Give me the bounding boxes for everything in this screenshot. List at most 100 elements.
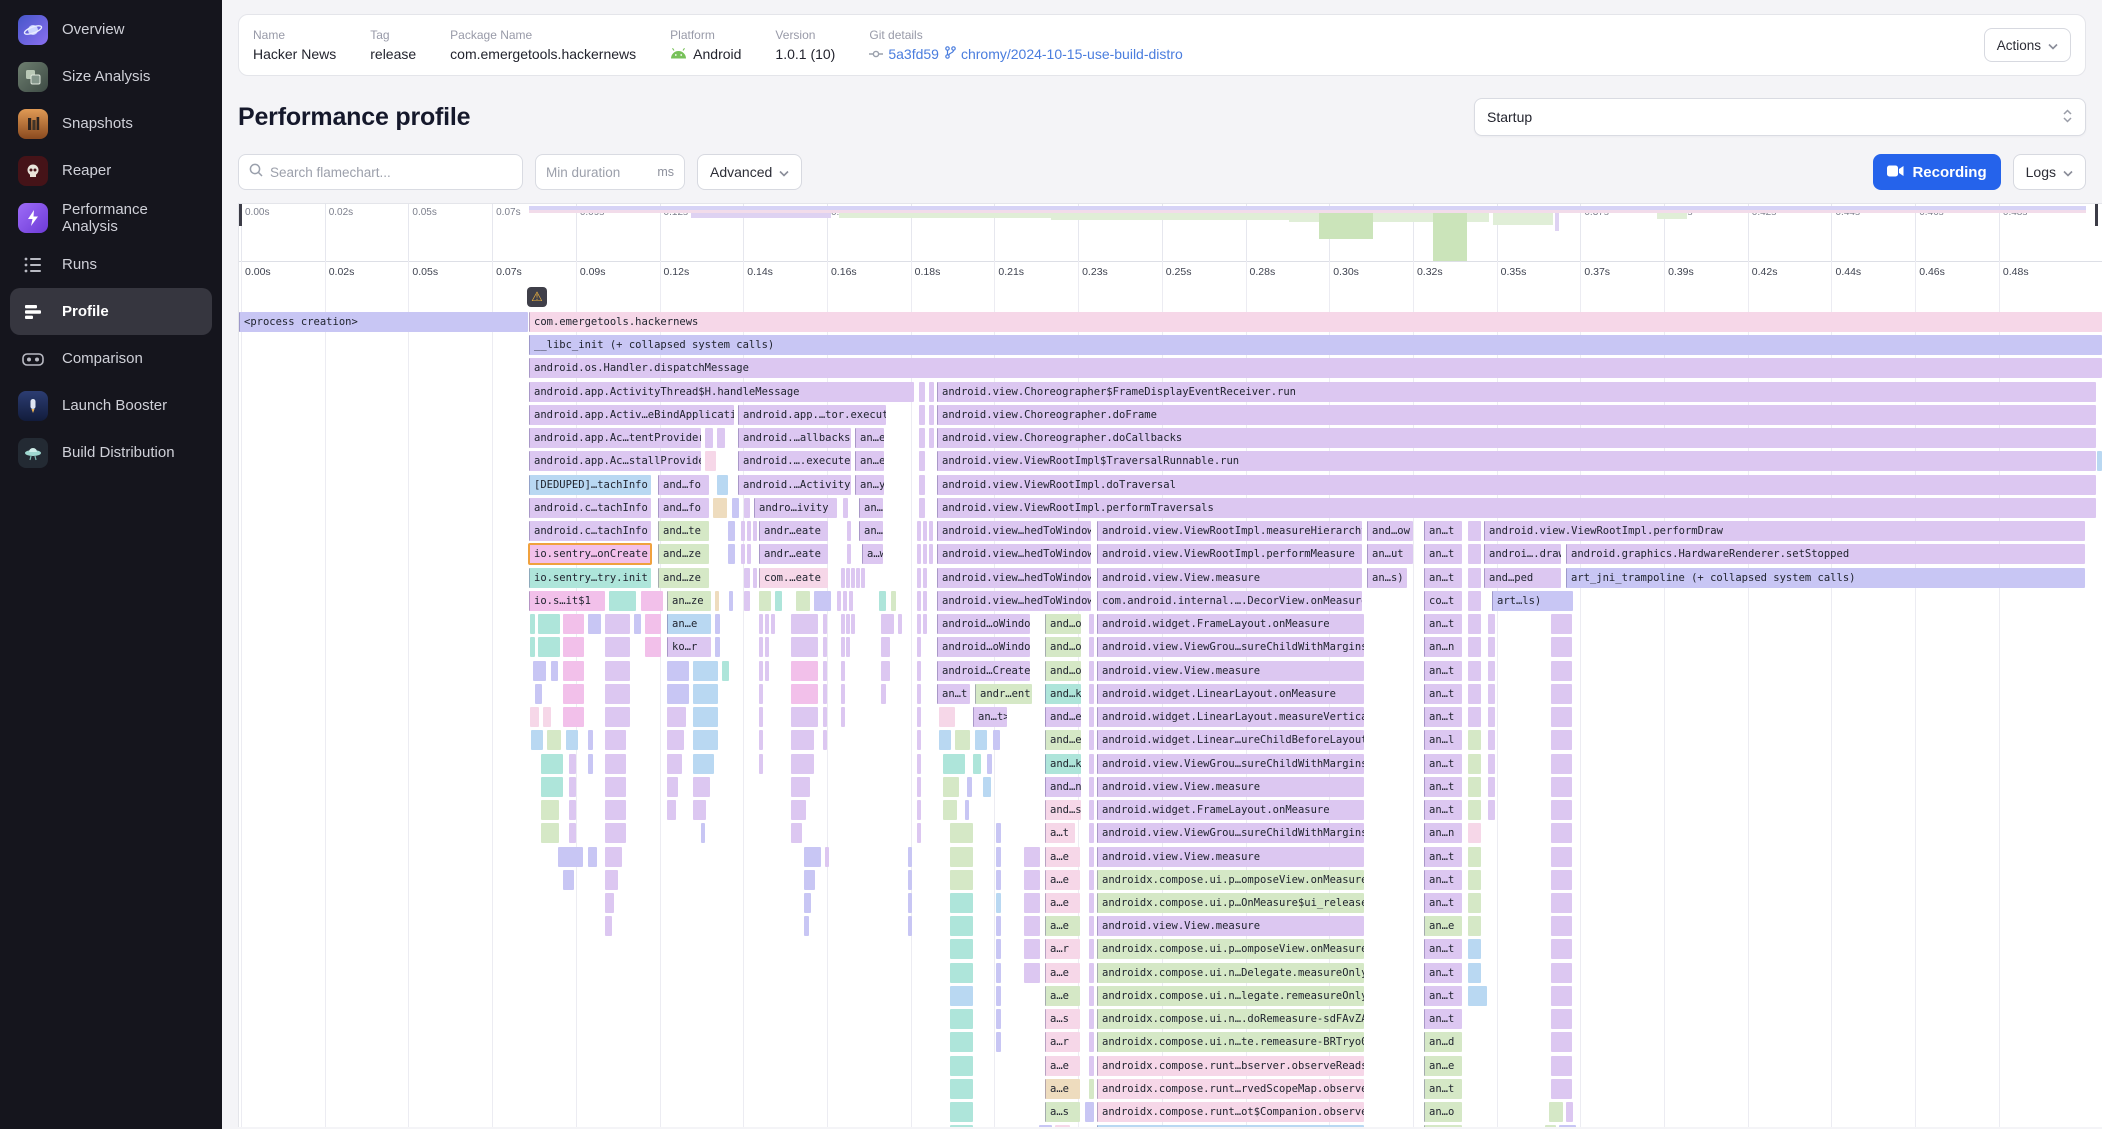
flame-frame[interactable]	[605, 707, 630, 727]
flame-frame[interactable]	[667, 800, 676, 820]
flame-frame[interactable]	[1468, 963, 1481, 983]
flame-frame[interactable]: an…ut	[1367, 544, 1413, 564]
flame-frame[interactable]	[841, 684, 845, 704]
flame-frame[interactable]: an…t	[1424, 544, 1462, 564]
flame-frame[interactable]: androidx.compose.ui.p…omposeView.onMeasu…	[1097, 939, 1364, 959]
flame-frame[interactable]	[851, 614, 855, 634]
flame-frame[interactable]	[667, 754, 682, 774]
flame-frame[interactable]: a…r	[1045, 1032, 1080, 1052]
flame-frame[interactable]: android.view.Choreographer$FrameDisplayE…	[937, 382, 2096, 402]
sidebar-item-profile[interactable]: Profile	[10, 288, 212, 335]
flame-frame[interactable]	[759, 637, 763, 657]
flame-frame[interactable]: an…t	[937, 684, 970, 704]
flame-frame[interactable]: android.view.ViewRootImpl.measureHierarc…	[1097, 521, 1362, 541]
flame-frame[interactable]	[881, 637, 890, 657]
flame-frame[interactable]: android.widget.LinearLayout.measureVerti…	[1097, 707, 1364, 727]
flame-frame[interactable]	[1551, 637, 1572, 657]
flame-frame[interactable]	[1551, 893, 1572, 913]
flame-frame[interactable]	[563, 614, 584, 634]
flame-frame[interactable]: androidx.compose.runt…ot$Companion.obser…	[1097, 1102, 1364, 1122]
flame-frame[interactable]	[917, 800, 921, 820]
flame-frame[interactable]: an…y	[855, 475, 884, 495]
flame-frame[interactable]	[1089, 870, 1094, 890]
flame-frame[interactable]	[996, 893, 1001, 913]
flame-frame[interactable]	[1468, 939, 1481, 959]
flame-frame[interactable]	[929, 521, 933, 541]
flame-frame[interactable]	[533, 661, 546, 681]
flame-frame[interactable]	[717, 428, 725, 448]
flame-frame[interactable]	[1089, 823, 1094, 843]
flame-frame[interactable]	[605, 916, 612, 936]
flame-frame[interactable]: a…e	[1045, 986, 1080, 1006]
flame-frame[interactable]	[939, 707, 955, 727]
flame-frame[interactable]	[1551, 823, 1572, 843]
flame-frame[interactable]	[917, 730, 921, 750]
flame-frame[interactable]	[667, 684, 689, 704]
actions-button[interactable]: Actions	[1984, 28, 2071, 62]
flame-frame[interactable]	[1488, 754, 1495, 774]
flame-frame[interactable]	[693, 684, 718, 704]
flame-frame[interactable]	[541, 777, 563, 797]
minimap-right-handle[interactable]	[2095, 204, 2098, 226]
flame-frame[interactable]: and…ped	[1484, 568, 1561, 588]
flame-frame[interactable]: art_jni_trampoline (+ collapsed system c…	[1566, 568, 2085, 588]
flame-frame[interactable]	[667, 661, 689, 681]
flame-frame[interactable]	[1488, 661, 1495, 681]
flame-frame[interactable]	[588, 614, 601, 634]
flame-frame[interactable]: an…s)	[1367, 568, 1407, 588]
flame-frame[interactable]	[847, 521, 851, 541]
flame-frame[interactable]	[996, 916, 1001, 936]
flame-frame[interactable]: android.graphics.HardwareRenderer.setSto…	[1566, 544, 2085, 564]
flame-frame[interactable]	[1468, 800, 1481, 820]
flame-frame[interactable]	[1551, 684, 1572, 704]
flame-frame[interactable]: android.app.Ac…tentProviders	[529, 428, 701, 448]
flame-frame[interactable]	[1551, 730, 1572, 750]
flame-frame[interactable]	[569, 800, 576, 820]
flame-frame[interactable]	[1468, 568, 1481, 588]
flame-frame[interactable]: an…t	[1424, 939, 1462, 959]
flame-frame[interactable]	[814, 591, 831, 611]
flame-frame[interactable]	[605, 847, 622, 867]
flame-frame[interactable]	[919, 451, 925, 471]
flame-frame[interactable]	[563, 707, 584, 727]
flame-frame[interactable]	[1468, 614, 1481, 634]
flame-frame[interactable]	[917, 637, 921, 657]
flame-frame[interactable]	[605, 823, 626, 843]
git-commit-link[interactable]: 5a3fd59	[869, 46, 939, 62]
flame-frame[interactable]	[939, 730, 951, 750]
flame-frame[interactable]	[538, 637, 560, 657]
flame-frame[interactable]: andr…ent	[975, 684, 1032, 704]
flame-frame[interactable]	[759, 754, 763, 774]
flame-frame[interactable]: andr…eate	[759, 544, 828, 564]
flame-frame[interactable]: android…oWindow	[937, 614, 1030, 634]
flame-frame[interactable]	[2097, 451, 2102, 471]
flame-frame[interactable]: an…t	[1424, 963, 1462, 983]
flame-frame[interactable]	[846, 568, 850, 588]
flame-frame[interactable]	[975, 730, 987, 750]
flame-frame[interactable]	[917, 684, 921, 704]
flame-frame[interactable]: an…t	[1424, 754, 1462, 774]
flame-frame[interactable]	[1039, 1125, 1052, 1127]
flame-frame[interactable]: an…t	[1424, 568, 1462, 588]
flame-frame[interactable]	[1551, 777, 1572, 797]
flame-frame[interactable]	[965, 800, 969, 820]
flame-frame[interactable]	[558, 847, 583, 867]
flame-frame[interactable]: android.view.View.measure	[1097, 916, 1364, 936]
flame-frame[interactable]	[667, 777, 678, 797]
flame-frame[interactable]: an…t	[1424, 614, 1462, 634]
flame-frame[interactable]	[605, 684, 630, 704]
flame-frame[interactable]: android.view.View.measure	[1097, 661, 1364, 681]
flame-frame[interactable]	[1488, 777, 1495, 797]
flame-frame[interactable]	[950, 1125, 973, 1127]
flame-frame[interactable]: android.view.View.measure	[1097, 777, 1364, 797]
flame-frame[interactable]	[1089, 777, 1094, 797]
flame-frame[interactable]	[923, 614, 927, 634]
flame-frame[interactable]	[943, 777, 959, 797]
flame-frame[interactable]: an…t	[1424, 1009, 1462, 1029]
flame-frame[interactable]: android.widget.FrameLayout.onMeasure	[1097, 614, 1364, 634]
flame-frame[interactable]	[1089, 963, 1094, 983]
flame-frame[interactable]: art…ls)	[1492, 591, 1573, 611]
flame-frame[interactable]	[1468, 893, 1481, 913]
flame-frame[interactable]	[950, 893, 973, 913]
flame-frame[interactable]	[1085, 1102, 1094, 1122]
